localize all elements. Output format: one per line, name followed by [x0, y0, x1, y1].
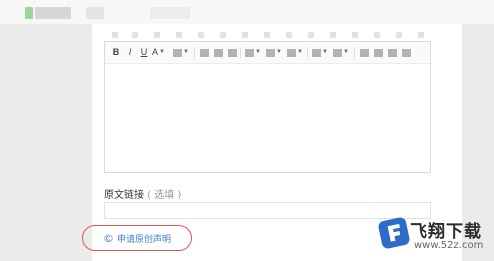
outdent-icon [373, 48, 383, 57]
bold-button[interactable]: B [111, 46, 121, 59]
watermark-title: 飞翔下载 [410, 222, 482, 242]
editor-toolbar: B I U A▼ ▼ ▼ ▼ ▼ ▼ ▼ [105, 42, 430, 64]
align-center-icon [213, 48, 223, 57]
font-color-label: A [152, 47, 159, 57]
insert-image-button[interactable]: ▼ [245, 46, 261, 59]
copyright-icon: © [102, 231, 114, 245]
fullscreen-icon [401, 48, 411, 57]
toolbar-divider [240, 47, 241, 58]
quote-button[interactable]: ▼ [266, 46, 282, 59]
chevron-down-icon: ▼ [276, 49, 282, 56]
top-bar [0, 0, 494, 25]
chevron-down-icon: ▼ [183, 49, 189, 56]
quote-icon [266, 48, 275, 57]
background-color-button[interactable]: ▼ [173, 46, 189, 59]
source-link-label: 原文链接 ( 选填 ) [104, 186, 181, 201]
chevron-down-icon: ▼ [322, 49, 328, 56]
chevron-down-icon: ▼ [297, 49, 303, 56]
align-center-button[interactable] [213, 46, 223, 59]
align-left-icon [199, 48, 209, 57]
unordered-list-button[interactable]: ▼ [333, 46, 349, 59]
toolbar-divider [307, 47, 308, 58]
site-watermark: 飞翔下载 www.52z.com [377, 215, 490, 259]
logo-icon [377, 216, 411, 250]
underline-button[interactable]: U [139, 46, 149, 59]
source-link-label-text: 原文链接 [104, 190, 144, 201]
align-right-icon [227, 48, 237, 57]
ordered-list-icon [312, 48, 321, 57]
ordered-list-button[interactable]: ▼ [312, 46, 328, 59]
table-button[interactable]: ▼ [287, 46, 303, 59]
indent-button[interactable] [359, 46, 369, 59]
align-right-button[interactable] [227, 46, 237, 59]
indent-icon [359, 48, 369, 57]
chevron-down-icon: ▼ [343, 49, 349, 56]
nav-item-blurred[interactable] [86, 7, 104, 19]
chevron-down-icon: ▼ [159, 49, 165, 56]
fullscreen-button[interactable] [401, 46, 411, 59]
outdent-button[interactable] [373, 46, 383, 59]
clear-format-icon [387, 48, 397, 57]
italic-button[interactable]: I [125, 46, 135, 59]
clear-format-button[interactable] [387, 46, 397, 59]
editor-content-area[interactable] [105, 64, 430, 172]
blurred-header-strip [102, 30, 437, 40]
nav-item-blurred[interactable] [150, 7, 190, 19]
tab-title-blurred[interactable] [35, 7, 71, 19]
toolbar-divider [354, 47, 355, 58]
highlight-icon [173, 48, 182, 57]
rich-text-editor: B I U A▼ ▼ ▼ ▼ ▼ ▼ ▼ [104, 41, 431, 173]
unordered-list-icon [333, 48, 342, 57]
tab-favicon [25, 7, 33, 19]
watermark-url: www.52z.com [414, 240, 484, 251]
apply-original-declaration-link[interactable]: © 申请原创声明 [82, 225, 192, 251]
optional-hint: ( 选填 ) [147, 190, 182, 201]
image-icon [245, 48, 254, 57]
toolbar-divider [194, 47, 195, 58]
font-color-button[interactable]: A▼ [152, 46, 165, 59]
align-left-button[interactable] [199, 46, 209, 59]
chevron-down-icon: ▼ [255, 49, 261, 56]
table-icon [287, 48, 296, 57]
apply-original-declaration-label: 申请原创声明 [116, 234, 171, 245]
